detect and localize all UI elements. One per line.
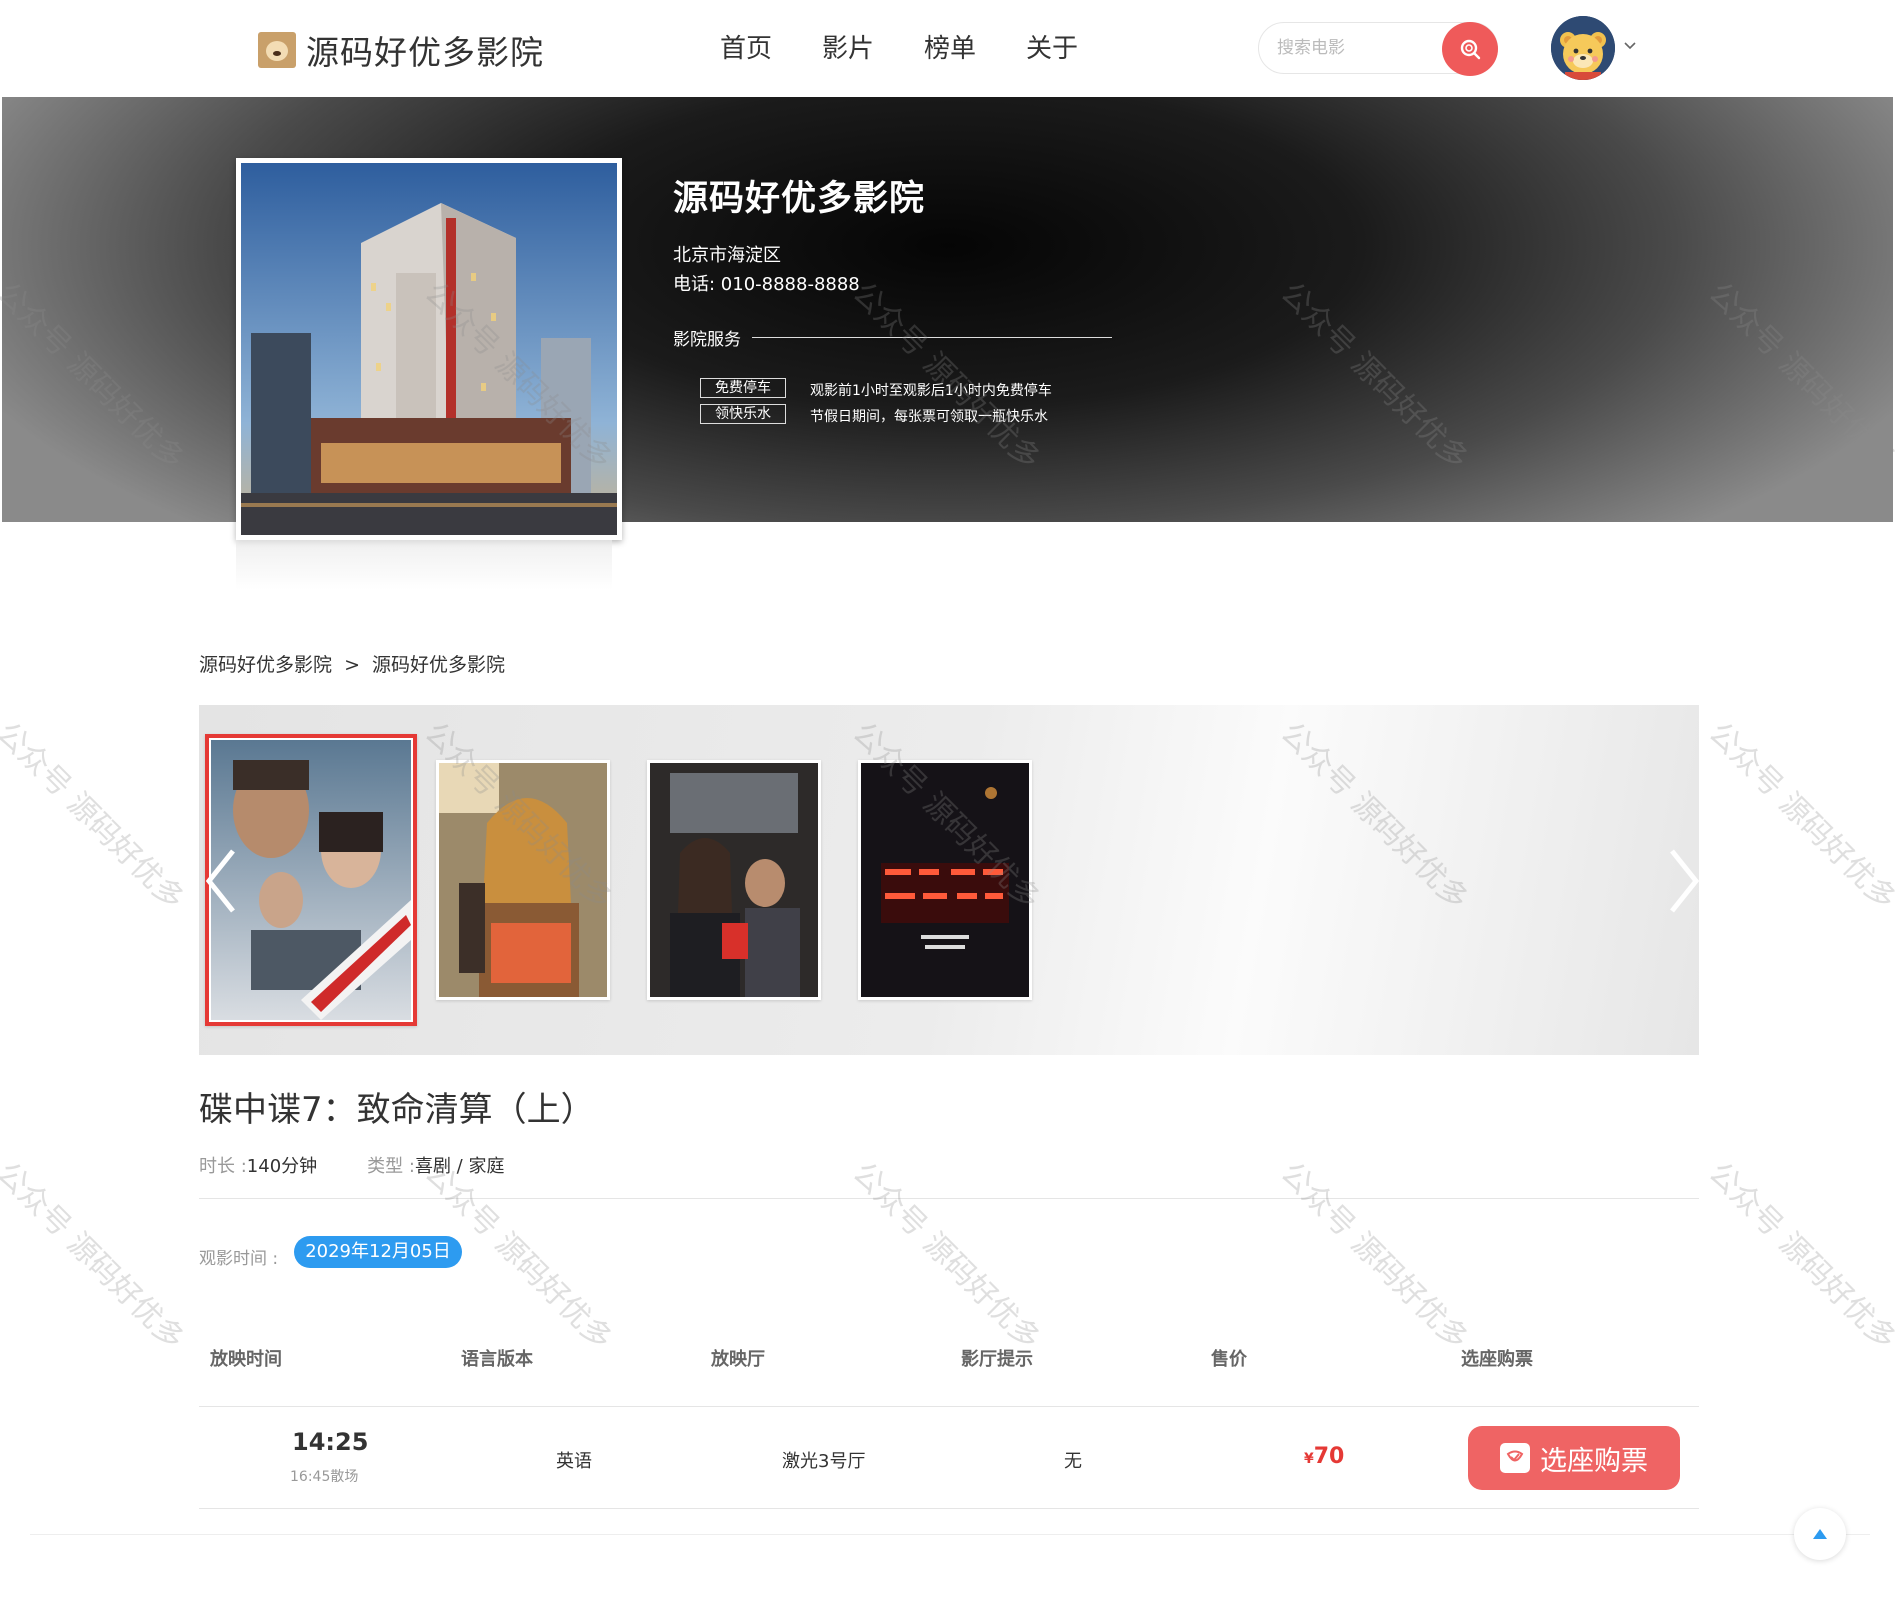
col-header-language: 语言版本: [461, 1349, 533, 1370]
col-header-time: 放映时间: [210, 1349, 282, 1370]
poster-theater-image: [650, 763, 818, 997]
watermark: 公众号 源码好优多: [1701, 715, 1895, 917]
arrow-up-icon: [1813, 1529, 1827, 1539]
price-value: 70: [1313, 1444, 1345, 1469]
main-nav: 首页 影片 榜单 关于: [720, 28, 1128, 65]
watermark: 公众号 源码好优多: [845, 1155, 1047, 1357]
col-header-hall: 放映厅: [711, 1349, 765, 1370]
search-input[interactable]: [1277, 35, 1427, 61]
carousel-next-arrow-icon[interactable]: [1662, 846, 1702, 916]
movie-poster-2[interactable]: [436, 760, 610, 1000]
select-seat-button[interactable]: 选座购票: [1468, 1426, 1680, 1490]
checkbox-icon: [1500, 1443, 1530, 1473]
col-header-note: 影厅提示: [961, 1349, 1033, 1370]
genre-value: 喜剧 / 家庭: [414, 1156, 505, 1177]
select-seat-label: 选座购票: [1540, 1445, 1648, 1477]
movie-title: 碟中谍7：致命清算（上）: [199, 1090, 595, 1130]
search-box: [1258, 22, 1498, 76]
footer-divider: [30, 1534, 1870, 1535]
table-header-divider: [199, 1406, 1699, 1407]
watermark: 公众号 源码好优多: [1701, 1155, 1895, 1357]
nav-movies[interactable]: 影片: [822, 28, 874, 65]
user-avatar[interactable]: [1551, 16, 1615, 80]
photo-reflection: [236, 540, 612, 590]
poster-reading-image: [439, 763, 607, 997]
search-button[interactable]: [1442, 22, 1498, 76]
table-bottom-divider: [199, 1508, 1699, 1509]
search-icon: [1460, 39, 1481, 60]
nav-home[interactable]: 首页: [720, 28, 772, 65]
showtime-language: 英语: [556, 1451, 592, 1472]
showtime-end: 16:45散场: [290, 1469, 359, 1485]
showtime-start: 14:25: [292, 1428, 369, 1456]
top-header: 源码好优多影院 首页 影片 榜单 关于: [0, 0, 1895, 97]
currency-symbol: ¥: [1304, 1451, 1314, 1467]
cinema-phone: 电话: 010-8888-8888: [673, 274, 860, 295]
service-desc-parking: 观影前1小时至观影后1小时内免费停车: [810, 383, 1052, 399]
col-header-buy: 选座购票: [1461, 1349, 1533, 1370]
breadcrumb-separator: >: [344, 654, 360, 676]
nav-rankings[interactable]: 榜单: [924, 28, 976, 65]
nav-about[interactable]: 关于: [1026, 28, 1078, 65]
breadcrumb-current: 源码好优多影院: [372, 654, 506, 676]
service-tag-drink: 领快乐水: [700, 404, 786, 424]
date-chip-selected[interactable]: 2029年12月05日: [294, 1236, 462, 1268]
movie-poster-4[interactable]: [858, 760, 1032, 1000]
divider: [199, 1198, 1699, 1199]
logo-image: [258, 32, 296, 68]
showtime-hall: 激光3号厅: [782, 1451, 866, 1472]
movie-poster-3[interactable]: [647, 760, 821, 1000]
breadcrumb: 源码好优多影院 > 源码好优多影院: [199, 650, 511, 677]
back-to-top-button[interactable]: [1794, 1508, 1846, 1560]
poster-neon-image: [861, 763, 1029, 997]
services-title: 影院服务: [673, 330, 741, 350]
duration-label: 时长 :: [199, 1156, 247, 1177]
service-desc-drink: 节假日期间，每张票可领取一瓶快乐水: [810, 409, 1048, 425]
carousel-prev-arrow-icon[interactable]: [203, 846, 243, 916]
col-header-price: 售价: [1211, 1349, 1247, 1370]
services-divider: [752, 337, 1112, 338]
showtime-note: 无: [1064, 1451, 1082, 1472]
duration-value: 140分钟: [246, 1156, 318, 1177]
movie-meta: 时长 : 140分钟 类型 : 喜剧 / 家庭: [199, 1152, 504, 1178]
date-label: 观影时间 :: [199, 1249, 279, 1269]
site-logo[interactable]: 源码好优多影院: [258, 26, 544, 74]
cinema-address: 北京市海淀区: [673, 245, 781, 266]
showtime-price: ¥70: [1304, 1444, 1344, 1469]
cinema-building-image: [241, 163, 617, 535]
bear-avatar-icon: [1551, 16, 1615, 80]
service-tag-parking: 免费停车: [700, 378, 786, 398]
watermark: 公众号 源码好优多: [0, 1155, 191, 1357]
cinema-photo: [236, 158, 622, 540]
chevron-down-icon[interactable]: [1622, 38, 1638, 54]
logo-text: 源码好优多影院: [306, 33, 544, 72]
watermark: 公众号 源码好优多: [1273, 1155, 1475, 1357]
watermark: 公众号 源码好优多: [0, 715, 191, 917]
cinema-name: 源码好优多影院: [673, 179, 926, 219]
genre-label: 类型 :: [367, 1156, 415, 1177]
breadcrumb-cinema[interactable]: 源码好优多影院: [199, 654, 332, 676]
